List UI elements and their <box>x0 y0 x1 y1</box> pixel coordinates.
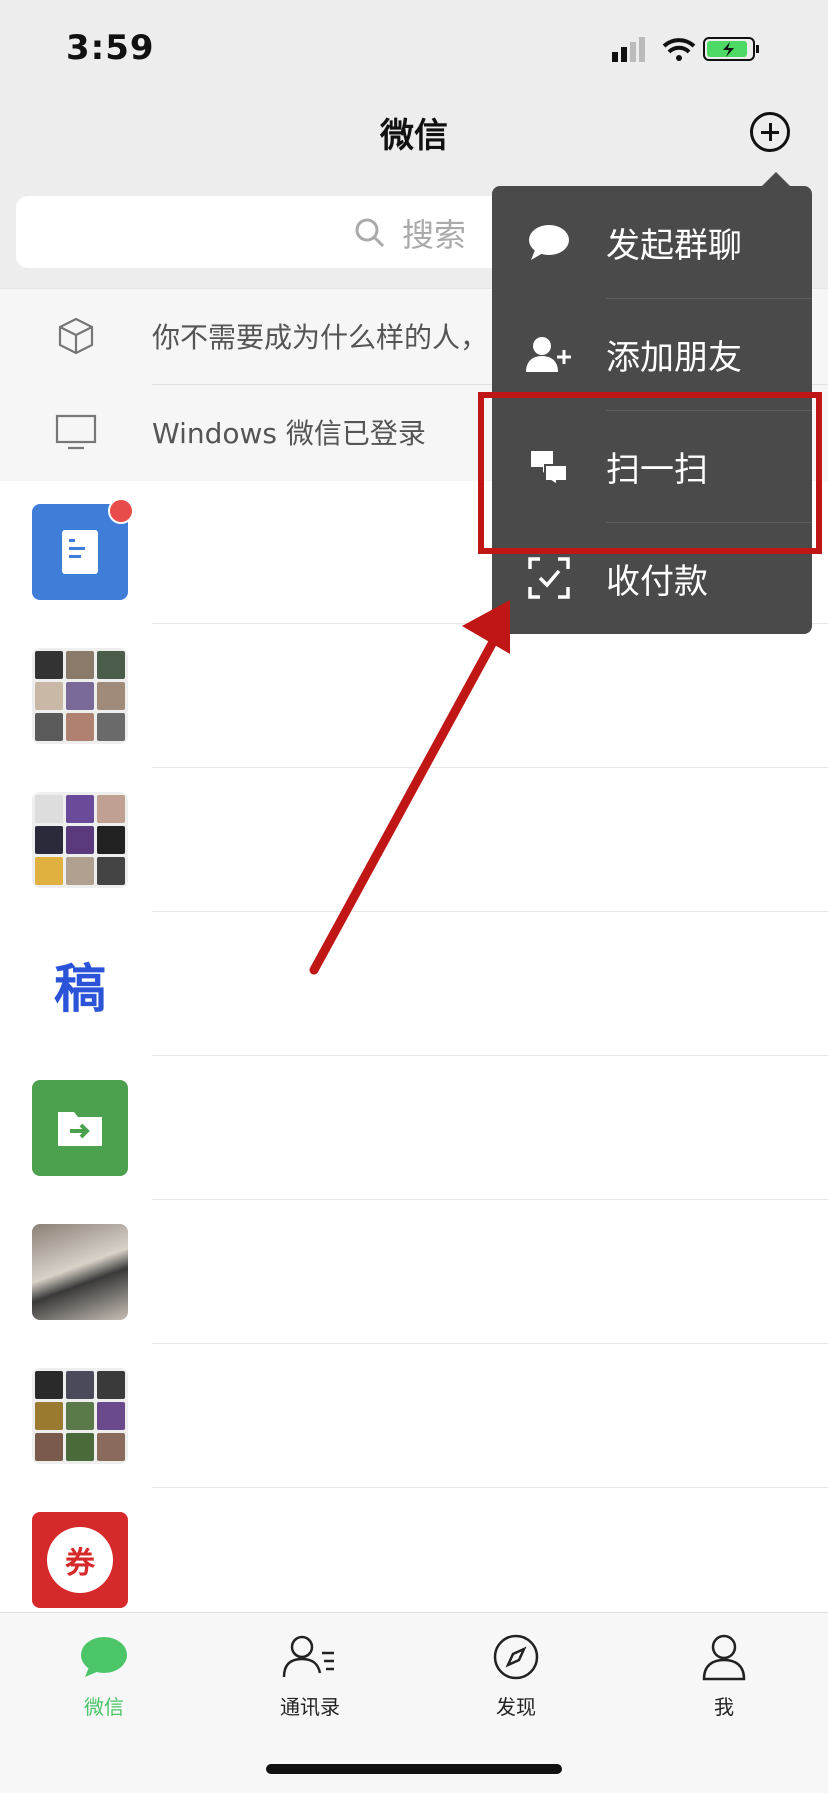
tab-chats[interactable]: 微信 <box>24 1629 184 1720</box>
chat-bubble-icon <box>529 225 569 260</box>
search-icon <box>355 218 385 248</box>
menu-item-group-chat[interactable]: 发起群聊 <box>492 186 812 298</box>
group-avatar-1[interactable] <box>32 648 128 744</box>
discover-icon <box>493 1634 539 1680</box>
menu-item-label: 发起群聊 <box>606 225 742 266</box>
contacts-icon <box>282 1635 334 1678</box>
menu-item-label: 添加朋友 <box>606 337 742 378</box>
page-title: 微信 <box>380 116 448 156</box>
group-avatar-2[interactable] <box>32 792 128 888</box>
tab-discover[interactable]: 发现 <box>436 1629 596 1720</box>
menu-item-label: 收付款 <box>606 561 708 602</box>
tab-label: 微信 <box>84 1695 124 1719</box>
unread-dot <box>108 498 134 524</box>
row-divider <box>152 1487 828 1488</box>
folder-arrow-icon <box>58 1112 102 1146</box>
group-avatar-3[interactable] <box>32 1368 128 1464</box>
cube-icon <box>58 317 94 355</box>
monitor-icon <box>55 414 97 450</box>
coupon-glyph: 券 <box>47 1527 113 1593</box>
payment-icon <box>528 557 570 599</box>
status-icons <box>612 34 792 64</box>
status-time: 3:59 <box>66 28 155 68</box>
row-divider <box>152 1055 828 1056</box>
coupon-avatar[interactable]: 券 <box>32 1512 128 1608</box>
dog-photo-avatar[interactable] <box>32 1224 128 1320</box>
file-doc-avatar[interactable] <box>32 498 134 600</box>
tab-label: 通讯录 <box>280 1695 340 1719</box>
tab-label: 发现 <box>496 1695 536 1719</box>
row-divider <box>152 1343 828 1344</box>
add-friend-icon <box>526 337 571 372</box>
search-placeholder: 搜索 <box>402 216 467 254</box>
annotation-highlight-box <box>478 392 822 554</box>
tab-contacts[interactable]: 通讯录 <box>230 1629 390 1720</box>
gao-avatar[interactable]: 稿 <box>32 936 128 1032</box>
home-indicator <box>266 1764 562 1774</box>
row-divider <box>152 767 828 768</box>
status-message-text: 你不需要成为什么样的人， <box>152 321 489 354</box>
row-divider <box>152 911 828 912</box>
menu-pointer <box>762 172 790 186</box>
plus-menu-button[interactable] <box>750 112 790 152</box>
file-transfer-avatar[interactable] <box>32 1080 128 1176</box>
windows-login-text: Windows 微信已登录 <box>152 417 426 450</box>
tab-me[interactable]: 我 <box>644 1629 804 1720</box>
chats-icon <box>81 1637 127 1677</box>
row-divider <box>152 1199 828 1200</box>
signal-wifi-battery-icon <box>612 37 759 62</box>
tab-label: 我 <box>714 1695 734 1719</box>
me-icon <box>702 1634 746 1681</box>
